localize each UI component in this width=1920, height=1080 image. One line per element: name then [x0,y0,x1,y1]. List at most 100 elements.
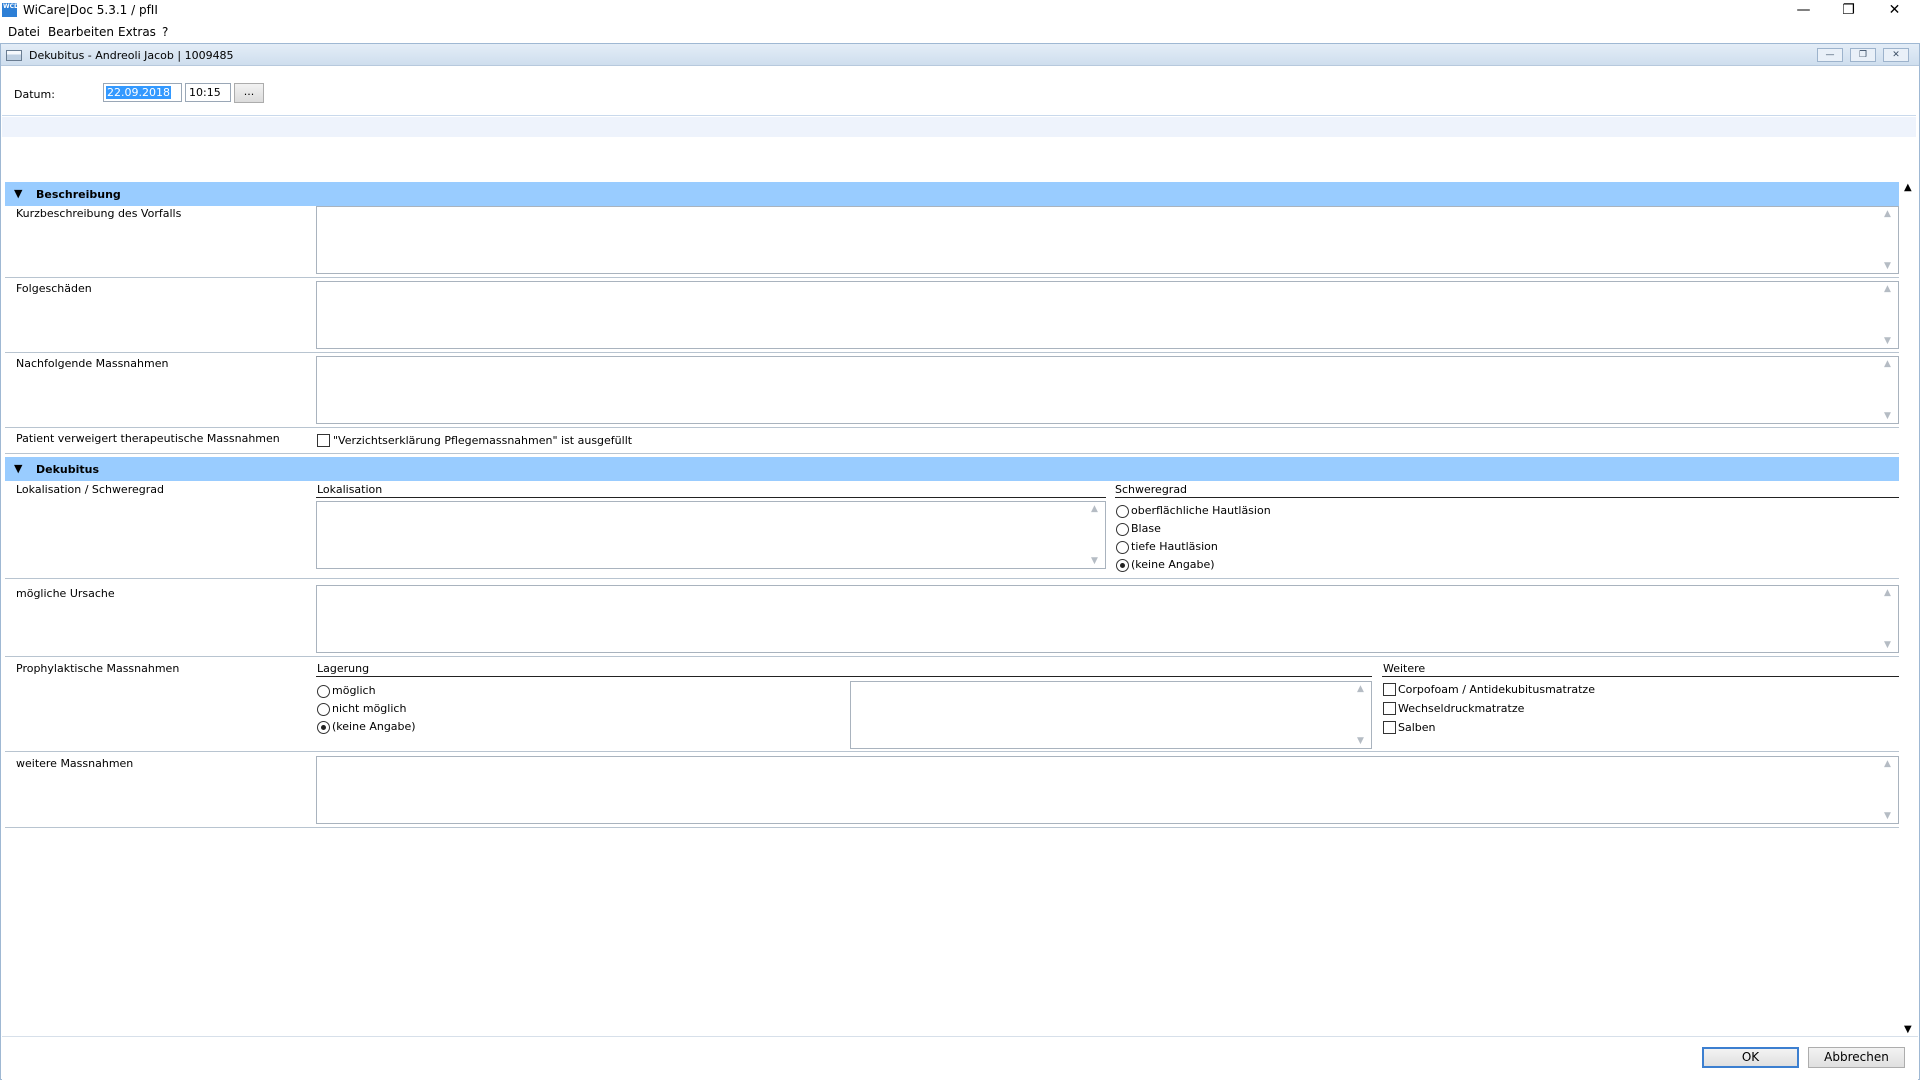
section-title: Dekubitus [36,463,100,476]
textarea-scrollbar[interactable]: ▲ ▼ [1354,682,1371,748]
schweregrad-option-label[interactable]: Blase [1131,522,1161,535]
scroll-down-icon: ▼ [1884,640,1891,650]
menu-datei[interactable]: Datei [8,25,40,39]
schweregrad-radio-blase[interactable] [1116,523,1129,536]
schweregrad-option-label[interactable]: tiefe Hautläsion [1131,540,1218,553]
date-picker-button[interactable]: ... [234,83,264,103]
dialog-footer: OK Abbrechen [2,1036,1918,1080]
scroll-down-icon[interactable]: ▼ [1904,1024,1912,1035]
collapse-triangle-icon: ▼ [14,462,23,475]
ok-button[interactable]: OK [1702,1047,1799,1068]
group-rule [1115,497,1899,498]
section-title: Beschreibung [36,188,121,201]
lagerung-textarea[interactable]: ▲ ▼ [850,681,1372,749]
ursache-textarea[interactable]: ▲ ▼ [316,585,1899,653]
textarea-scrollbar[interactable]: ▲ ▼ [1881,357,1898,423]
weitere-checkbox-salben[interactable] [1383,721,1396,734]
menu-extras[interactable]: Extras [118,25,156,39]
weitere-checkbox-corpofoam[interactable] [1383,683,1396,696]
lokalisation-row-label: Lokalisation / Schweregrad [16,483,164,496]
section-dekubitus-header[interactable]: ▼ Dekubitus [5,457,1899,481]
weitere-checkbox-wechseldruck[interactable] [1383,702,1396,715]
menu-help[interactable]: ? [162,25,168,39]
scroll-down-icon: ▼ [1884,811,1891,821]
schweregrad-radio-oberflaechlich[interactable] [1116,505,1129,518]
lagerung-option-label[interactable]: nicht möglich [332,702,406,715]
kurzbeschreibung-label: Kurzbeschreibung des Vorfalls [16,207,182,220]
lokalisation-textarea[interactable]: ▲ ▼ [316,501,1106,569]
textarea-scrollbar[interactable]: ▲ ▼ [1881,207,1898,273]
schweregrad-group-title: Schweregrad [1115,483,1188,496]
weitere-option-label[interactable]: Salben [1398,721,1436,734]
schweregrad-radio-tief[interactable] [1116,541,1129,554]
scroll-up-icon[interactable]: ▲ [1904,182,1912,193]
nachfolgende-textarea[interactable]: ▲ ▼ [316,356,1899,424]
header-strip [2,117,1916,137]
minimize-button[interactable]: — [1781,0,1826,22]
schweregrad-option-label[interactable]: oberflächliche Hautläsion [1131,504,1271,517]
folgeschaeden-textarea[interactable]: ▲ ▼ [316,281,1899,349]
weitere-group-title: Weitere [1383,662,1426,675]
weitere-option-label[interactable]: Corpofoam / Antidekubitusmatratze [1398,683,1595,696]
lagerung-group-title: Lagerung [317,662,370,675]
collapse-triangle-icon: ▼ [14,187,23,200]
menu-bar: Datei Bearbeiten Extras ? [0,22,1920,43]
child-restore-button[interactable]: ❐ [1850,48,1876,62]
lagerung-radio-keine-angabe[interactable] [317,721,330,734]
nachfolgende-label: Nachfolgende Massnahmen [16,357,169,370]
scroll-up-icon: ▲ [1884,359,1891,369]
scroll-down-icon: ▼ [1357,736,1364,746]
child-minimize-button[interactable]: — [1817,48,1843,62]
dekubitus-window: Dekubitus - Andreoli Jacob | 1009485 — ❐… [0,43,1920,1080]
schweregrad-radio-keine-angabe[interactable] [1116,559,1129,572]
form-icon [6,50,22,61]
date-row: Datum: 22.09.2018 10:15 ... [2,67,1916,116]
restore-button[interactable]: ❐ [1826,0,1871,22]
section-beschreibung-header[interactable]: ▼ Beschreibung [5,182,1899,206]
lagerung-option-label[interactable]: möglich [332,684,376,697]
date-label: Datum: [14,88,55,101]
group-rule [1382,676,1899,677]
scroll-up-icon: ▲ [1884,209,1891,219]
row-divider [5,427,1899,428]
scroll-down-icon: ▼ [1884,336,1891,346]
lagerung-radio-moeglich[interactable] [317,685,330,698]
folgeschaeden-label: Folgeschäden [16,282,92,295]
child-titlebar: Dekubitus - Andreoli Jacob | 1009485 — ❐… [1,44,1919,66]
scroll-down-icon: ▼ [1884,261,1891,271]
time-field[interactable]: 10:15 [185,83,231,102]
row-divider [5,827,1899,828]
form-scrollbar[interactable]: ▲ ▼ [1901,137,1917,1035]
scroll-up-icon: ▲ [1884,588,1891,598]
date-field[interactable]: 22.09.2018 [103,83,182,102]
child-close-button[interactable]: ✕ [1883,48,1909,62]
row-divider [5,578,1899,579]
verzicht-checkbox[interactable] [317,434,330,447]
scroll-down-icon: ▼ [1884,411,1891,421]
kurzbeschreibung-textarea[interactable]: ▲ ▼ [316,206,1899,274]
weitere-massnahmen-textarea[interactable]: ▲ ▼ [316,756,1899,824]
weitere-massnahmen-label: weitere Massnahmen [16,757,134,770]
row-divider [5,352,1899,353]
schweregrad-option-label[interactable]: (keine Angabe) [1131,558,1215,571]
date-value: 22.09.2018 [106,86,171,99]
row-divider [5,277,1899,278]
scroll-up-icon: ▲ [1357,684,1364,694]
weitere-option-label[interactable]: Wechseldruckmatratze [1398,702,1524,715]
app-title: WiCare|Doc 5.3.1 / pfII [23,3,158,17]
lagerung-option-label[interactable]: (keine Angabe) [332,720,416,733]
textarea-scrollbar[interactable]: ▲ ▼ [1881,757,1898,823]
scroll-down-icon: ▼ [1091,556,1098,566]
scroll-up-icon: ▲ [1884,759,1891,769]
textarea-scrollbar[interactable]: ▲ ▼ [1088,502,1105,568]
menu-bearbeiten[interactable]: Bearbeiten [48,25,114,39]
row-divider [5,453,1899,454]
lagerung-radio-nicht-moeglich[interactable] [317,703,330,716]
close-button[interactable]: ✕ [1872,0,1917,22]
verweigert-label: Patient verweigert therapeutische Massna… [16,432,280,445]
cancel-button[interactable]: Abbrechen [1808,1047,1905,1068]
group-rule [316,676,1372,677]
textarea-scrollbar[interactable]: ▲ ▼ [1881,282,1898,348]
textarea-scrollbar[interactable]: ▲ ▼ [1881,586,1898,652]
verzicht-checkbox-label[interactable]: "Verzichtserklärung Pflegemassnahmen" is… [333,434,632,447]
